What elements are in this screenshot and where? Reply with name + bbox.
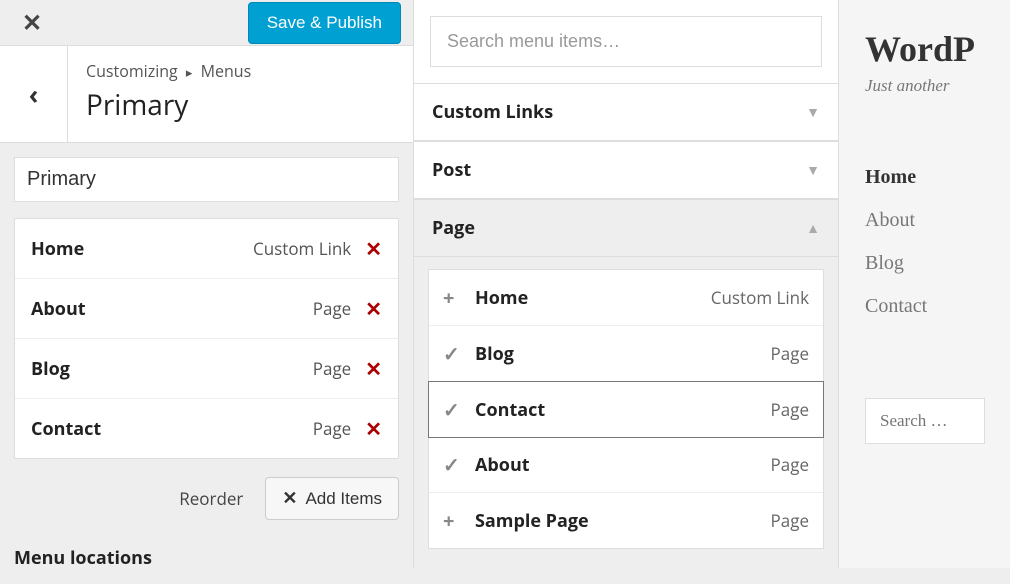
check-icon: ✓ [443,451,465,478]
chevron-up-icon: ▲ [806,219,820,238]
menu-item-type: Page [313,297,351,320]
remove-icon[interactable]: ✕ [365,295,382,322]
menu-item-type: Custom Link [253,237,351,260]
nav-item-home[interactable]: Home [865,156,1010,199]
accordion-page: Page ▲ + Home Custom Link ✓ Blog Page [414,199,838,567]
remove-icon[interactable]: ✕ [365,355,382,382]
menu-item[interactable]: Contact Page ✕ [15,399,398,458]
available-item-type: Custom Link [711,286,809,309]
site-title[interactable]: WordP [865,28,1010,70]
remove-icon[interactable]: ✕ [365,235,382,262]
plus-icon: + [443,284,465,311]
accordion-label: Page [432,216,475,240]
available-items-list: + Home Custom Link ✓ Blog Page ✓ Contact… [428,269,824,549]
accordion-header-post[interactable]: Post ▼ [414,142,838,199]
menu-locations-heading: Menu locations [14,546,399,570]
accordion-header-custom-links[interactable]: Custom Links ▼ [414,84,838,141]
nav-item-contact[interactable]: Contact [865,285,1010,328]
menu-actions: Reorder ✕ Add Items [14,477,399,520]
chevron-down-icon: ▼ [806,103,820,122]
menu-item-label: Home [31,237,253,261]
available-item[interactable]: ✓ Blog Page [429,326,823,382]
menu-item[interactable]: About Page ✕ [15,279,398,339]
panel-content: Home Custom Link ✕ About Page ✕ Blog Pag… [0,143,413,584]
reorder-link[interactable]: Reorder [179,487,243,510]
accordion-header-page[interactable]: Page ▲ [414,200,838,257]
page-title: Primary [86,86,395,124]
close-icon[interactable]: ✕ [12,0,52,45]
menu-item-label: Blog [31,357,313,381]
breadcrumb: Customizing ▸ Menus Primary [68,46,413,142]
accordion-post: Post ▼ [414,141,838,199]
search-input[interactable] [430,16,822,67]
available-item-type: Page [771,453,809,476]
nav-item-about[interactable]: About [865,199,1010,242]
accordion-custom-links: Custom Links ▼ [414,83,838,141]
save-publish-button[interactable]: Save & Publish [248,2,401,44]
nav-item-blog[interactable]: Blog [865,242,1010,285]
customizer-panel: ✕ Save & Publish ‹ Customizing ▸ Menus P… [0,0,414,568]
search-wrap [414,0,838,83]
menu-item[interactable]: Home Custom Link ✕ [15,219,398,279]
remove-icon[interactable]: ✕ [365,415,382,442]
breadcrumb-section: Menus [201,60,252,82]
available-item-type: Page [771,398,809,421]
menu-item-type: Page [313,357,351,380]
menu-item-type: Page [313,417,351,440]
menu-name-input[interactable] [14,157,399,202]
available-item-label: Sample Page [475,509,771,533]
add-items-label: Add Items [305,489,382,509]
add-items-panel: Custom Links ▼ Post ▼ Page ▲ + Home Cust [414,0,839,568]
available-item[interactable]: ✓ About Page [429,437,823,493]
available-item-label: About [475,453,771,477]
back-button[interactable]: ‹ [0,46,68,142]
available-item[interactable]: + Sample Page Page [429,493,823,548]
menu-item[interactable]: Blog Page ✕ [15,339,398,399]
plus-icon: + [443,507,465,534]
close-icon: ✕ [282,488,297,509]
app-root: ✕ Save & Publish ‹ Customizing ▸ Menus P… [0,0,1010,568]
breadcrumb-root: Customizing [86,60,178,82]
chevron-right-icon: ▸ [182,63,197,81]
site-tagline: Just another [865,76,1010,96]
accordion-body-page: + Home Custom Link ✓ Blog Page ✓ Contact… [414,257,838,567]
chevron-down-icon: ▼ [806,161,820,180]
preview-nav: Home About Blog Contact [865,156,1010,328]
available-item-label: Contact [475,398,771,422]
chevron-left-icon: ‹ [29,76,39,112]
check-icon: ✓ [443,396,465,423]
available-item-label: Blog [475,342,771,366]
accordion-label: Custom Links [432,100,553,124]
menu-item-label: Contact [31,417,313,441]
available-item[interactable]: + Home Custom Link [429,270,823,326]
site-preview: WordP Just another Home About Blog Conta… [839,0,1010,568]
preview-search-input[interactable] [865,398,985,444]
check-icon: ✓ [443,340,465,367]
accordion-label: Post [432,158,471,182]
add-items-button[interactable]: ✕ Add Items [265,477,399,520]
available-item-label: Home [475,286,711,310]
breadcrumb-row: ‹ Customizing ▸ Menus Primary [0,46,413,143]
available-item-type: Page [771,342,809,365]
topbar: ✕ Save & Publish [0,0,413,46]
menu-item-label: About [31,297,313,321]
available-item[interactable]: ✓ Contact Page [428,381,824,438]
menu-items-list: Home Custom Link ✕ About Page ✕ Blog Pag… [14,218,399,459]
available-item-type: Page [771,509,809,532]
